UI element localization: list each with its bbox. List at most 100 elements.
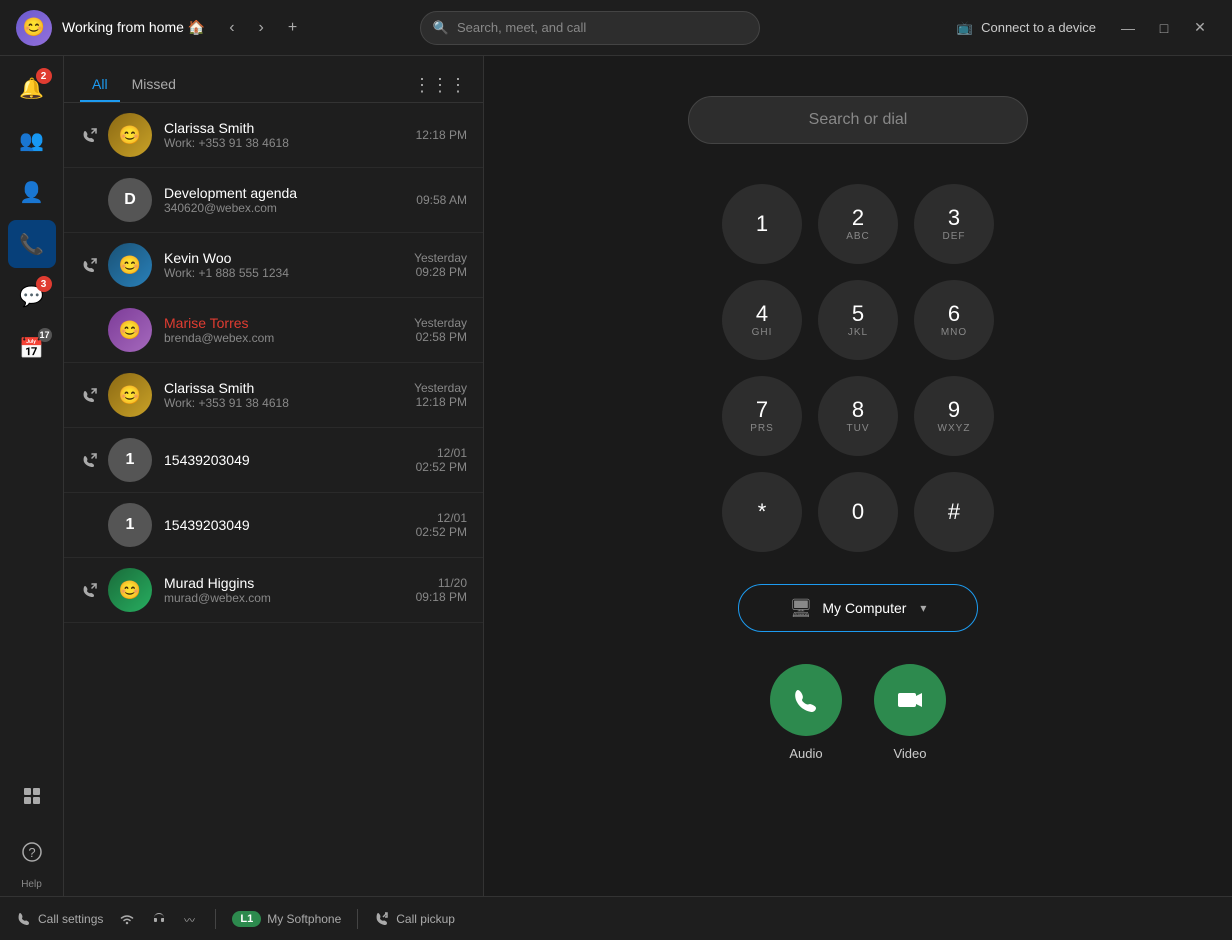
key-6-letters: MNO (941, 327, 967, 338)
call-info: Murad Higgins murad@webex.com (164, 575, 416, 605)
noise-cancel-status: 〰 (183, 911, 199, 927)
key-1-button[interactable]: 1 (722, 184, 802, 264)
key-hash-button[interactable]: # (914, 472, 994, 552)
key-star-button[interactable]: * (722, 472, 802, 552)
audio-status (151, 911, 167, 927)
key-5-button[interactable]: 5 JKL (818, 280, 898, 360)
call-list-tabs: All Missed ⋮⋮⋮ (64, 56, 483, 103)
headset-icon (151, 911, 167, 927)
separator-1 (215, 909, 216, 929)
call-info: 15439203049 (164, 517, 416, 533)
sidebar-item-help[interactable]: ? Help (8, 828, 56, 876)
key-4-button[interactable]: 4 GHI (722, 280, 802, 360)
key-3-button[interactable]: 3 DEF (914, 184, 994, 264)
avatar-img: 😊 (119, 255, 141, 276)
call-name: 15439203049 (164, 452, 416, 468)
sidebar-item-calendar[interactable]: 📅 17 (8, 324, 56, 372)
call-pickup-item[interactable]: Call pickup (374, 911, 455, 927)
call-info: Marise Torres brenda@webex.com (164, 315, 414, 345)
nav-forward-button[interactable]: › (251, 15, 272, 41)
call-time: 09:58 AM (416, 193, 467, 207)
avatar-img: 😊 (119, 125, 141, 146)
call-detail: Work: +353 91 38 4618 (164, 136, 416, 150)
call-name: Marise Torres (164, 315, 414, 331)
call-entry-1[interactable]: D Development agenda 340620@webex.com 09… (64, 168, 483, 233)
svg-text:〰: 〰 (184, 915, 195, 927)
call-settings-icon (16, 911, 32, 927)
key-5-num: 5 (852, 303, 864, 325)
nav-back-button[interactable]: ‹ (221, 15, 242, 41)
call-entry-3[interactable]: 😊 Marise Torres brenda@webex.com Yesterd… (64, 298, 483, 363)
softphone-status[interactable]: L1 My Softphone (232, 911, 341, 927)
call-name: Clarissa Smith (164, 120, 416, 136)
help-icon: ? (21, 841, 43, 863)
status-bar: Call settings 〰 L1 My Softphone Call pic… (0, 896, 1232, 940)
call-settings-item[interactable]: Call settings (16, 911, 103, 927)
key-0-button[interactable]: 0 (818, 472, 898, 552)
key-6-button[interactable]: 6 MNO (914, 280, 994, 360)
nav-buttons: ‹ › + (221, 15, 305, 41)
softphone-badge: L1 (232, 911, 261, 927)
sidebar-item-team[interactable]: 👥 (8, 116, 56, 164)
call-time: Yesterday02:58 PM (414, 316, 467, 344)
close-button[interactable]: ✕ (1184, 12, 1216, 44)
search-dial-input[interactable]: Search or dial (688, 96, 1028, 144)
audio-call-button[interactable] (770, 664, 842, 736)
call-entry-7[interactable]: 😊 Murad Higgins murad@webex.com 11/2009:… (64, 558, 483, 623)
key-7-button[interactable]: 7 PRS (722, 376, 802, 456)
key-3-num: 3 (948, 207, 960, 229)
call-direction-icon (80, 258, 100, 272)
sidebar-item-calls[interactable]: 📞 (8, 220, 56, 268)
call-time: Yesterday12:18 PM (414, 381, 467, 409)
call-entry-5[interactable]: 1 15439203049 12/0102:52 PM (64, 428, 483, 493)
video-call-button[interactable] (874, 664, 946, 736)
audio-label: Audio (789, 746, 822, 761)
call-info: Kevin Woo Work: +1 888 555 1234 (164, 250, 414, 280)
sidebar-item-activity[interactable]: 🔔 2 (8, 64, 56, 112)
key-8-button[interactable]: 8 TUV (818, 376, 898, 456)
call-entry-4[interactable]: 😊 Clarissa Smith Work: +353 91 38 4618 Y… (64, 363, 483, 428)
sidebar-item-contacts[interactable]: 👤 (8, 168, 56, 216)
tab-all[interactable]: All (80, 68, 120, 102)
connect-label: Connect to a device (981, 20, 1096, 35)
sidebar-item-messages[interactable]: 💬 3 (8, 272, 56, 320)
call-entry-6[interactable]: 1 15439203049 12/0102:52 PM (64, 493, 483, 558)
user-avatar[interactable]: 😊 (16, 10, 52, 46)
device-selector[interactable]: 🖥 My Computer ▾ (738, 584, 978, 632)
messages-badge: 3 (36, 276, 52, 292)
key-1-num: 1 (756, 213, 768, 235)
activity-badge: 2 (36, 68, 52, 84)
tab-more-button[interactable]: ⋮⋮⋮ (413, 75, 467, 96)
key-9-button[interactable]: 9 WXYZ (914, 376, 994, 456)
calls-icon: 📞 (19, 232, 44, 257)
sidebar-bottom: ? Help (8, 772, 56, 880)
key-2-letters: ABC (846, 231, 870, 242)
phone-icon (792, 686, 820, 714)
call-time: 12/0102:52 PM (416, 511, 467, 539)
contacts-icon: 👤 (19, 180, 44, 205)
connect-device-button[interactable]: 📺 Connect to a device (957, 20, 1096, 36)
avatar-text: 1 (126, 516, 135, 534)
avatar-img: 😊 (119, 385, 141, 406)
avatar-img: 😊 (119, 320, 141, 341)
nav-add-button[interactable]: + (280, 15, 305, 41)
main-content: 🔔 2 👥 👤 📞 💬 3 📅 17 (0, 56, 1232, 896)
window-controls: — □ ✕ (1112, 12, 1216, 44)
key-2-button[interactable]: 2 ABC (818, 184, 898, 264)
tab-missed[interactable]: Missed (120, 68, 188, 102)
global-search[interactable]: 🔍 Search, meet, and call (420, 11, 760, 45)
call-entry-0[interactable]: 😊 Clarissa Smith Work: +353 91 38 4618 1… (64, 103, 483, 168)
sidebar: 🔔 2 👥 👤 📞 💬 3 📅 17 (0, 56, 64, 896)
call-avatar: 1 (108, 503, 152, 547)
svg-text:?: ? (28, 845, 35, 860)
call-info: Clarissa Smith Work: +353 91 38 4618 (164, 380, 414, 410)
sidebar-item-apps[interactable] (8, 772, 56, 820)
call-entry-2[interactable]: 😊 Kevin Woo Work: +1 888 555 1234 Yester… (64, 233, 483, 298)
maximize-button[interactable]: □ (1148, 12, 1180, 44)
computer-icon: 🖥 (790, 598, 813, 619)
key-0-num: 0 (852, 501, 864, 523)
call-name: Development agenda (164, 185, 416, 201)
minimize-button[interactable]: — (1112, 12, 1144, 44)
video-call-action: Video (874, 664, 946, 761)
call-info: Clarissa Smith Work: +353 91 38 4618 (164, 120, 416, 150)
